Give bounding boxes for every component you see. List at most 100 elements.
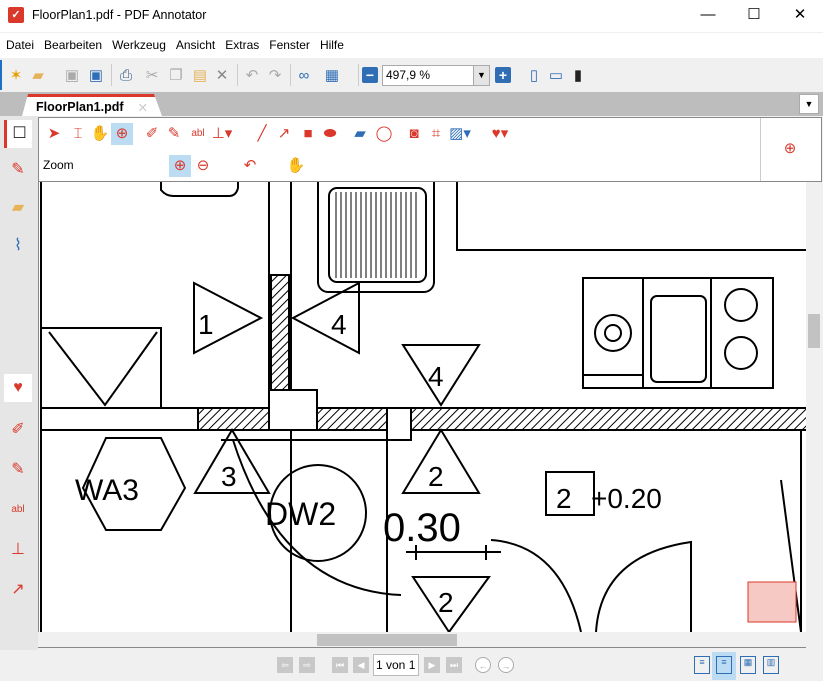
camera-tool-icon[interactable]: ◙ xyxy=(403,123,425,145)
label-triangle-2a: 2 xyxy=(428,461,444,492)
tab-close-icon[interactable]: ✕ xyxy=(138,100,148,115)
page-icon[interactable]: ☐ xyxy=(4,120,32,148)
label-elevation: +0.20 xyxy=(591,483,662,514)
attachment-icon[interactable]: ⌇ xyxy=(4,232,32,260)
insert-image-icon[interactable]: ▨▾ xyxy=(449,123,471,145)
bookmark-icon[interactable]: ✎ xyxy=(4,156,32,184)
vertical-scrollbar[interactable] xyxy=(806,182,822,632)
favorites-heart-icon[interactable]: ♥▾ xyxy=(489,123,511,145)
app-logo-icon: ✓ xyxy=(8,7,24,23)
two-page-continuous-view-icon[interactable]: ▥ xyxy=(763,656,779,674)
zoom-in-button[interactable]: + xyxy=(495,67,511,83)
history-back-icon[interactable]: ← xyxy=(475,657,491,673)
zoom-out-tool-icon[interactable]: ⊖ xyxy=(192,155,214,177)
label-wa3: WA3 xyxy=(75,474,139,507)
undo-icon[interactable]: ↶ xyxy=(242,66,262,86)
chevron-down-icon[interactable]: ▼ xyxy=(473,66,489,85)
fullscreen-icon[interactable]: ▮ xyxy=(568,66,588,86)
cut-icon[interactable]: ✂ xyxy=(142,66,162,86)
zoom-indicator-icon: ⊕ xyxy=(783,140,797,157)
previous-page-icon[interactable]: ◀ xyxy=(353,657,369,673)
paste-icon[interactable]: ▤ xyxy=(190,66,210,86)
hand-gesture-icon[interactable]: ✋ xyxy=(285,155,307,177)
line-tool-icon[interactable]: ╱ xyxy=(251,123,273,145)
zoom-out-button[interactable]: − xyxy=(362,67,378,83)
menu-hilfe[interactable]: Hilfe xyxy=(316,33,348,52)
arrow-tool-icon[interactable]: ↗ xyxy=(273,123,295,145)
history-forward-icon[interactable]: → xyxy=(498,657,514,673)
tab-floorplan[interactable]: FloorPlan1.pdf ✕ xyxy=(22,94,162,116)
text-select-icon[interactable]: ⌶ xyxy=(67,123,89,145)
first-page-icon[interactable]: ⏮ xyxy=(332,657,348,673)
open-icon[interactable]: ▰ xyxy=(28,66,48,86)
favorites-heart-icon[interactable]: ♥ xyxy=(4,374,32,402)
highlighter-icon[interactable]: ✎ xyxy=(4,456,32,484)
menu-datei[interactable]: Datei xyxy=(2,33,38,52)
save-icon[interactable]: ▣ xyxy=(62,66,82,86)
zoom-tool-icon[interactable]: ⊕ xyxy=(111,123,133,145)
save-as-icon[interactable]: ▣ xyxy=(86,66,106,86)
back-page-icon[interactable]: ⇦ xyxy=(277,657,293,673)
text-box-tool-icon[interactable]: abl xyxy=(187,123,209,145)
stamp-tool-icon[interactable]: ⊥▾ xyxy=(211,123,233,145)
delete-icon[interactable]: ✕ xyxy=(212,66,232,86)
pen-tool-icon[interactable]: ✐ xyxy=(141,123,163,145)
menu-bar: Datei Bearbeiten Werkzeug Ansicht Extras Fens… xyxy=(0,33,823,58)
print-icon[interactable]: ⎙ xyxy=(116,66,136,86)
select-arrow-icon[interactable]: ➤ xyxy=(43,123,65,145)
grid-icon[interactable]: ▦ xyxy=(322,66,342,86)
label-box-2: 2 xyxy=(556,483,572,514)
ellipse-tool-icon[interactable]: ⬬ xyxy=(319,123,341,145)
notes-icon[interactable]: ▰ xyxy=(4,194,32,222)
continuous-view-icon[interactable]: ≡ xyxy=(716,656,732,674)
horizontal-scroll-thumb[interactable] xyxy=(317,634,457,646)
last-page-icon[interactable]: ⏭ xyxy=(446,657,462,673)
fit-width-icon[interactable]: ▭ xyxy=(546,66,566,86)
fit-page-icon[interactable]: ▯ xyxy=(524,66,544,86)
menu-fenster[interactable]: Fenster xyxy=(265,33,314,52)
label-triangle-3: 3 xyxy=(221,461,237,492)
close-button[interactable]: ✕ xyxy=(777,0,823,32)
tab-list-dropdown[interactable]: ▼ xyxy=(799,94,819,114)
arrow-icon[interactable]: ↗ xyxy=(4,576,32,604)
crop-tool-icon[interactable]: ⌗ xyxy=(425,123,447,145)
redo-icon[interactable]: ↷ xyxy=(265,66,285,86)
label-dimension-030: 0.30 xyxy=(383,506,461,550)
text-box-icon[interactable]: abl xyxy=(4,496,32,524)
document-view[interactable]: 1 4 4 WA3 3 DW2 2 0.30 2 +0.20 2 xyxy=(38,182,806,632)
new-icon[interactable]: ✶ xyxy=(6,66,26,86)
forward-page-icon[interactable]: ⇨ xyxy=(299,657,315,673)
maximize-button[interactable]: ☐ xyxy=(731,0,777,32)
menu-ansicht[interactable]: Ansicht xyxy=(172,33,219,52)
next-page-icon[interactable]: ▶ xyxy=(424,657,440,673)
title-bar: ✓ FloorPlan1.pdf - PDF Annotator — ☐ ✕ xyxy=(0,0,823,32)
single-page-view-icon[interactable]: ≡ xyxy=(694,656,710,674)
tab-label: FloorPlan1.pdf xyxy=(36,100,124,114)
pen-icon[interactable]: ✐ xyxy=(4,416,32,444)
page-number-field[interactable]: 1 von 1 xyxy=(373,654,419,676)
minimize-button[interactable]: — xyxy=(685,0,731,32)
eraser-tool-icon[interactable]: ▰ xyxy=(349,123,371,145)
menu-extras[interactable]: Extras xyxy=(221,33,263,52)
side-toolbar: ☐ ✎ ▰ ⌇ ♥ ✐ ✎ abl ⊥ ↗ xyxy=(0,116,38,650)
zoom-level-select[interactable]: 497,9 % ▼ xyxy=(382,65,490,86)
hand-pan-icon[interactable]: ✋ xyxy=(89,123,111,145)
undo-zoom-icon[interactable]: ↶ xyxy=(239,155,261,177)
lasso-tool-icon[interactable]: ◯ xyxy=(373,123,395,145)
stamp-icon[interactable]: ⊥ xyxy=(4,536,32,564)
label-triangle-4a: 4 xyxy=(331,309,347,340)
rectangle-tool-icon[interactable]: ■ xyxy=(297,123,319,145)
window-title: FloorPlan1.pdf - PDF Annotator xyxy=(32,8,207,22)
label-triangle-1: 1 xyxy=(198,309,214,340)
highlighter-tool-icon[interactable]: ✎ xyxy=(163,123,185,145)
copy-icon[interactable]: ❐ xyxy=(166,66,186,86)
label-triangle-4b: 4 xyxy=(428,361,444,392)
vertical-scroll-thumb[interactable] xyxy=(808,314,820,348)
two-page-view-icon[interactable]: ▦ xyxy=(740,656,756,674)
menu-bearbeiten[interactable]: Bearbeiten xyxy=(40,33,106,52)
zoom-in-tool-icon[interactable]: ⊕ xyxy=(169,155,191,177)
zoom-value: 497,9 % xyxy=(386,68,431,82)
horizontal-scrollbar[interactable] xyxy=(38,632,806,648)
menu-werkzeug[interactable]: Werkzeug xyxy=(108,33,170,52)
find-binoculars-icon[interactable]: ∞ xyxy=(294,66,314,86)
